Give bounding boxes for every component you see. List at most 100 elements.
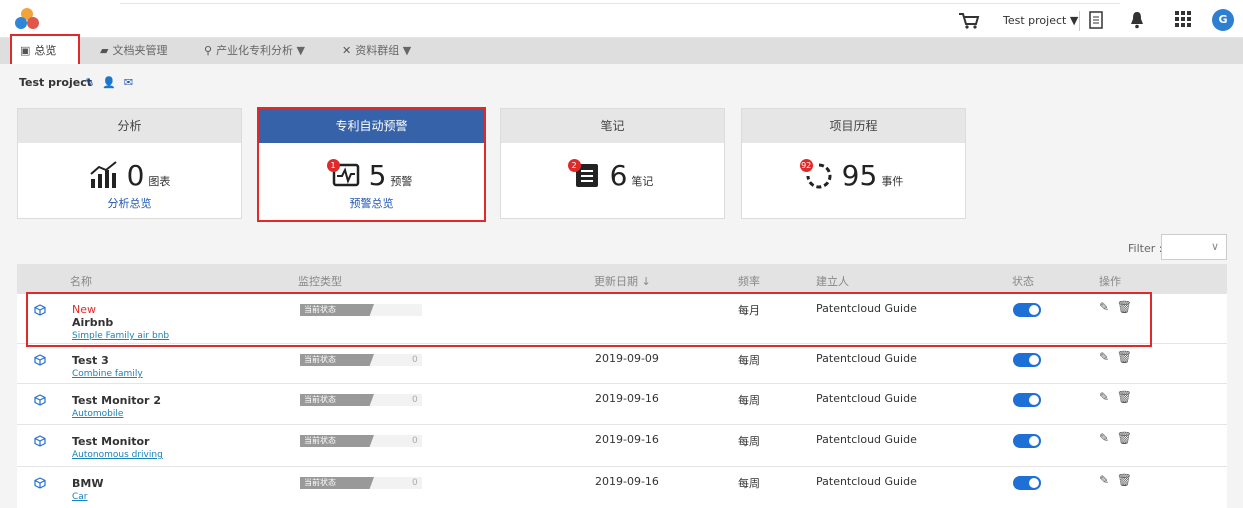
card-unit: 图表 <box>148 175 171 188</box>
topbar-separator <box>1079 11 1080 31</box>
column-header-monitor-type[interactable]: 监控类型 <box>298 273 342 289</box>
card-link[interactable]: 预警总览 <box>259 195 484 211</box>
notes-badge: 2 <box>567 159 581 172</box>
document-icon[interactable] <box>1089 11 1103 29</box>
trash-icon[interactable]: 🗑 <box>1117 390 1132 404</box>
add-user-icon[interactable]: 👤 <box>102 76 124 89</box>
nav-item-data-groups[interactable]: ✕ 资料群组 ▼ <box>342 38 411 64</box>
card-header: 专利自动预警 <box>259 109 484 143</box>
frequency: 每周 <box>738 477 760 490</box>
card-notes[interactable]: 笔记 2 6 笔记 <box>500 108 725 219</box>
column-header-frequency[interactable]: 频率 <box>738 273 760 289</box>
app-logo[interactable] <box>14 7 40 29</box>
apps-grid-icon[interactable] <box>1175 11 1191 27</box>
history-icon: 92 <box>799 159 834 189</box>
card-header: 项目历程 <box>742 109 965 143</box>
monitor-name[interactable]: Test Monitor 2 <box>72 394 161 407</box>
notes-icon: 2 <box>567 159 602 189</box>
history-badge: 92 <box>799 159 813 172</box>
main-content: 分析 0 图表 分析总览 专利自动预警 1 5 预警 预警总览 笔记 2 6 笔… <box>0 100 1243 508</box>
toggle-knob <box>1029 355 1039 365</box>
trash-icon[interactable]: 🗑 <box>1117 431 1132 445</box>
status-toggle[interactable] <box>1013 393 1041 407</box>
column-header-name[interactable]: 名称 <box>70 273 92 289</box>
monitor-type: 当前状态 0 <box>300 354 422 366</box>
toggle-knob <box>1029 395 1039 405</box>
monitor-name[interactable]: BMW <box>72 477 103 490</box>
family-link[interactable]: Combine family <box>72 369 143 379</box>
top-divider <box>120 0 1120 4</box>
nav-item-label: 总览 <box>34 44 57 57</box>
breadcrumb: Test project ✎👤✉ <box>0 64 1243 100</box>
column-header-status[interactable]: 状态 <box>1012 273 1034 289</box>
edit-icon[interactable]: ✎ <box>85 76 102 89</box>
update-date: 2019-09-16 <box>595 392 659 405</box>
card-value-area: 1 5 预警 <box>259 159 484 192</box>
nav-item-label: 资料群组 ▼ <box>355 44 412 57</box>
cube-icon <box>34 354 46 366</box>
row-actions: ✎ 🗑 <box>1099 350 1132 364</box>
edit-icon[interactable]: ✎ <box>1099 350 1109 364</box>
trash-icon[interactable]: 🗑 <box>1117 350 1132 364</box>
card-header: 分析 <box>18 109 241 143</box>
briefcase-icon: ▣ <box>20 44 31 57</box>
table-row[interactable]: BMW Car 当前状态 0 2019-09-16 每周 Patentcloud… <box>17 467 1227 508</box>
table-row[interactable]: Test 3 Combine family 当前状态 0 2019-09-09 … <box>17 344 1227 384</box>
family-link[interactable]: Car <box>72 492 88 502</box>
mail-icon[interactable]: ✉ <box>124 76 141 89</box>
card-value: 6 <box>609 159 628 192</box>
cluster-icon: ✕ <box>342 44 352 57</box>
card-link[interactable]: 分析总览 <box>18 195 241 211</box>
toggle-knob <box>1029 436 1039 446</box>
avatar[interactable]: G <box>1212 9 1234 31</box>
column-header-updated[interactable]: 更新日期 ↓ <box>594 273 651 289</box>
project-title: Test project <box>19 76 93 89</box>
family-link[interactable]: Automobile <box>72 409 123 419</box>
cart-icon[interactable] <box>958 13 980 29</box>
cube-icon <box>34 435 46 447</box>
status-toggle[interactable] <box>1013 353 1041 367</box>
nav-item-industry-analysis[interactable]: ⚲ 产业化专利分析 ▼ <box>204 38 305 64</box>
monitor-name[interactable]: Test Monitor <box>72 435 149 448</box>
edit-icon[interactable]: ✎ <box>1099 390 1109 404</box>
nav-item-folders[interactable]: ▰ 文档夹管理 <box>100 38 167 64</box>
card-project-history[interactable]: 项目历程 92 95 事件 <box>741 108 966 219</box>
folder-icon: ▰ <box>100 44 109 57</box>
analytics-icon: ⚲ <box>204 44 213 57</box>
card-analysis[interactable]: 分析 0 图表 分析总览 <box>17 108 242 219</box>
column-header-actions: 操作 <box>1099 275 1121 288</box>
table-row[interactable]: Test Monitor 2 Automobile 当前状态 0 2019-09… <box>17 384 1227 425</box>
column-header-creator[interactable]: 建立人 <box>816 273 849 289</box>
monitor-count: 0 <box>412 436 418 446</box>
table-header: 名称 监控类型 更新日期 ↓ 频率 建立人 状态 操作 <box>17 264 1227 294</box>
table-row[interactable]: Test Monitor Autonomous driving 当前状态 0 2… <box>17 425 1227 467</box>
status-toggle[interactable] <box>1013 476 1041 490</box>
filter-label: Filter : <box>1128 242 1163 255</box>
monitor-count: 0 <box>412 478 418 488</box>
card-patent-alerts[interactable]: 专利自动预警 1 5 预警 预警总览 <box>257 107 486 222</box>
card-unit: 事件 <box>881 175 904 188</box>
card-value-area: 2 6 笔记 <box>501 159 724 192</box>
main-nav: ▣ 总览 ▰ 文档夹管理 ⚲ 产业化专利分析 ▼ ✕ 资料群组 ▼ <box>0 34 1243 68</box>
creator: Patentcloud Guide <box>816 433 917 446</box>
bell-icon[interactable] <box>1130 11 1144 29</box>
update-date: 2019-09-16 <box>595 475 659 488</box>
card-unit: 笔记 <box>631 175 654 188</box>
family-link[interactable]: Autonomous driving <box>72 450 163 460</box>
monitor-name[interactable]: Test 3 <box>72 354 109 367</box>
filter-select[interactable]: ∨ <box>1161 234 1227 260</box>
project-actions: ✎👤✉ <box>85 76 141 89</box>
edit-icon[interactable]: ✎ <box>1099 473 1109 487</box>
project-selector[interactable]: Test project ▼ <box>1003 14 1078 27</box>
card-header: 笔记 <box>501 109 724 143</box>
cube-icon <box>34 394 46 406</box>
cube-icon <box>34 477 46 489</box>
edit-icon[interactable]: ✎ <box>1099 431 1109 445</box>
top-bar: Test project ▼ G <box>0 0 1243 38</box>
monitor-type-tag: 当前状态 <box>300 394 374 406</box>
trash-icon[interactable]: 🗑 <box>1117 473 1132 487</box>
status-toggle[interactable] <box>1013 434 1041 448</box>
frequency: 每周 <box>738 435 760 448</box>
card-unit: 预警 <box>390 175 413 188</box>
nav-item-overview[interactable]: ▣ 总览 <box>10 34 80 68</box>
